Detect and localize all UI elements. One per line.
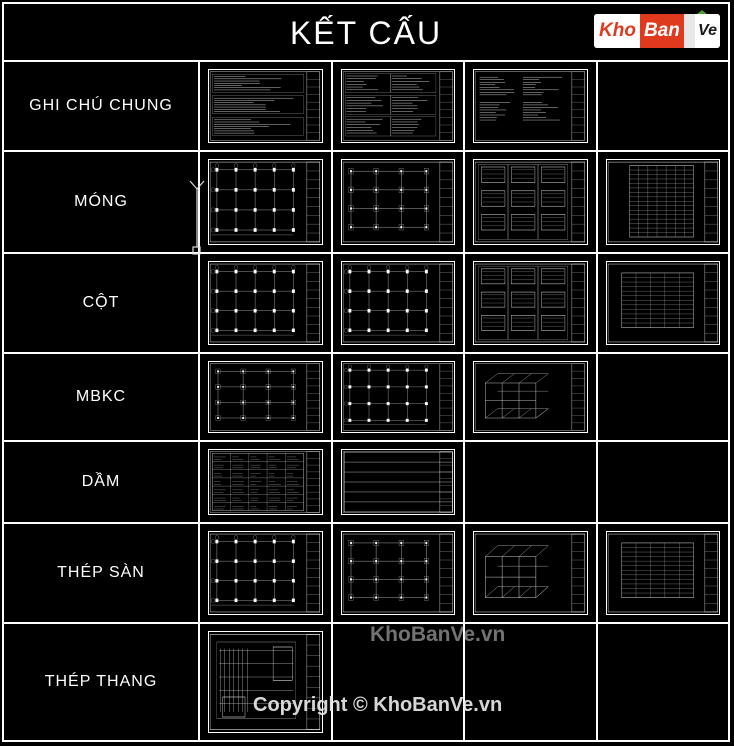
row-cells — [200, 254, 728, 352]
thumbnail-cell-notes-sheet-1[interactable] — [200, 62, 333, 150]
row-label-text: THÉP SÀN — [57, 564, 145, 581]
table-row: THÉP THANG — [4, 624, 728, 740]
row-label-5: THÉP SÀN — [4, 524, 200, 622]
table-row: MÓNG — [4, 152, 728, 254]
row-label-text: CỘT — [82, 294, 120, 311]
thumbnail-cell-slab-schedule[interactable] — [598, 524, 729, 622]
thumbnail-cell-slab-rebar-3[interactable] — [465, 524, 598, 622]
empty-cell — [597, 354, 728, 440]
thumbnail-cell-structure-frame[interactable] — [465, 354, 598, 440]
thumbnail-cell-notes-sheet-3[interactable] — [465, 62, 598, 150]
drawing-thumbnail — [208, 361, 323, 433]
thumbnail-cell-column-plan[interactable] — [200, 254, 333, 352]
thumbnail-cell-foundation-detail[interactable] — [333, 152, 465, 252]
drawing-thumbnail — [605, 261, 720, 345]
row-cells — [200, 62, 728, 150]
row-label-text: DẦM — [81, 473, 121, 490]
row-label-text: GHI CHÚ CHUNG — [29, 97, 173, 114]
row-label-6: THÉP THANG — [4, 624, 200, 740]
row-cells — [200, 442, 728, 522]
drawing-thumbnail — [208, 261, 323, 345]
drawing-thumbnail — [208, 69, 323, 143]
table-row: DẦM — [4, 442, 728, 524]
row-cells — [200, 524, 728, 622]
thumbnail-cell-column-schedule[interactable] — [598, 254, 729, 352]
thumbnail-cell-beam-schedule[interactable] — [200, 442, 333, 522]
row-cells — [200, 354, 728, 440]
thumbnail-cell-structure-plan-1[interactable] — [200, 354, 333, 440]
thumbnail-cell-foundation-sections[interactable] — [465, 152, 598, 252]
empty-cell — [597, 624, 728, 740]
thumbnail-cell-slab-rebar-2[interactable] — [333, 524, 465, 622]
index-table: GHI CHÚ CHUNG MÓNG CỘT MBKC DẦM THÉP SÀN THÉP … — [4, 62, 728, 740]
axis-marker-icon — [189, 180, 205, 255]
drawing-thumbnail — [605, 159, 720, 245]
row-label-text: THÉP THANG — [44, 673, 158, 690]
table-row: GHI CHÚ CHUNG — [4, 62, 728, 152]
row-label-text: MÓNG — [74, 193, 128, 210]
drawing-thumbnail — [473, 361, 588, 433]
logo-box: Kho Ban Ve — [594, 14, 720, 48]
drawing-thumbnail — [473, 531, 588, 615]
row-label-text: MBKC — [75, 388, 127, 405]
watermark-copyright: Copyright © KhoBanVe.vn — [253, 694, 503, 716]
thumbnail-cell-foundation-plan[interactable] — [200, 152, 333, 252]
empty-cell — [597, 442, 728, 522]
empty-cell — [465, 442, 598, 522]
row-cells — [200, 152, 728, 252]
thumbnail-cell-structure-plan-2[interactable] — [333, 354, 465, 440]
thumbnail-cell-stair-rebar[interactable] — [200, 624, 333, 740]
drawing-thumbnail — [208, 449, 323, 515]
drawing-thumbnail — [340, 261, 455, 345]
thumbnail-cell-foundation-schedule[interactable] — [598, 152, 729, 252]
table-row: MBKC — [4, 354, 728, 442]
thumbnail-cell-column-plan-2[interactable] — [333, 254, 465, 352]
row-label-0: GHI CHÚ CHUNG — [4, 62, 200, 150]
drawing-thumbnail — [340, 69, 455, 143]
thumbnail-cell-slab-rebar-1[interactable] — [200, 524, 333, 622]
drawing-thumbnail — [340, 361, 455, 433]
drawing-thumbnail — [340, 531, 455, 615]
table-row: CỘT — [4, 254, 728, 354]
empty-cell — [597, 62, 728, 150]
drawing-thumbnail — [208, 531, 323, 615]
sheet-header: KẾT CẤU Kho Ban Ve — [4, 4, 728, 62]
row-label-3: MBKC — [4, 354, 200, 440]
table-row: THÉP SÀN — [4, 524, 728, 624]
logo-text-kho: Kho — [594, 14, 640, 48]
row-label-4: DẦM — [4, 442, 200, 522]
drawing-thumbnail — [340, 159, 455, 245]
logo-text-banve: Ban — [640, 14, 684, 48]
drawing-thumbnail — [208, 159, 323, 245]
logo-text-vn: Ve — [695, 14, 720, 48]
row-label-1: MÓNG — [4, 152, 200, 252]
drawing-index-sheet: KẾT CẤU Kho Ban Ve GHI CHÚ CHUNG MÓNG CỘT M… — [0, 0, 734, 746]
thumbnail-cell-notes-sheet-2[interactable] — [333, 62, 465, 150]
watermark-center: KhoBanVe.vn — [370, 623, 506, 646]
drawing-thumbnail — [473, 69, 588, 143]
drawing-thumbnail — [473, 261, 588, 345]
drawing-thumbnail — [605, 531, 720, 615]
drawing-thumbnail — [208, 631, 323, 733]
drawing-thumbnail — [340, 449, 455, 515]
thumbnail-cell-beam-table-blank[interactable] — [333, 442, 465, 522]
row-label-2: CỘT — [4, 254, 200, 352]
thumbnail-cell-column-details[interactable] — [465, 254, 598, 352]
khobanve-logo: Kho Ban Ve — [594, 10, 720, 54]
drawing-thumbnail — [473, 159, 588, 245]
